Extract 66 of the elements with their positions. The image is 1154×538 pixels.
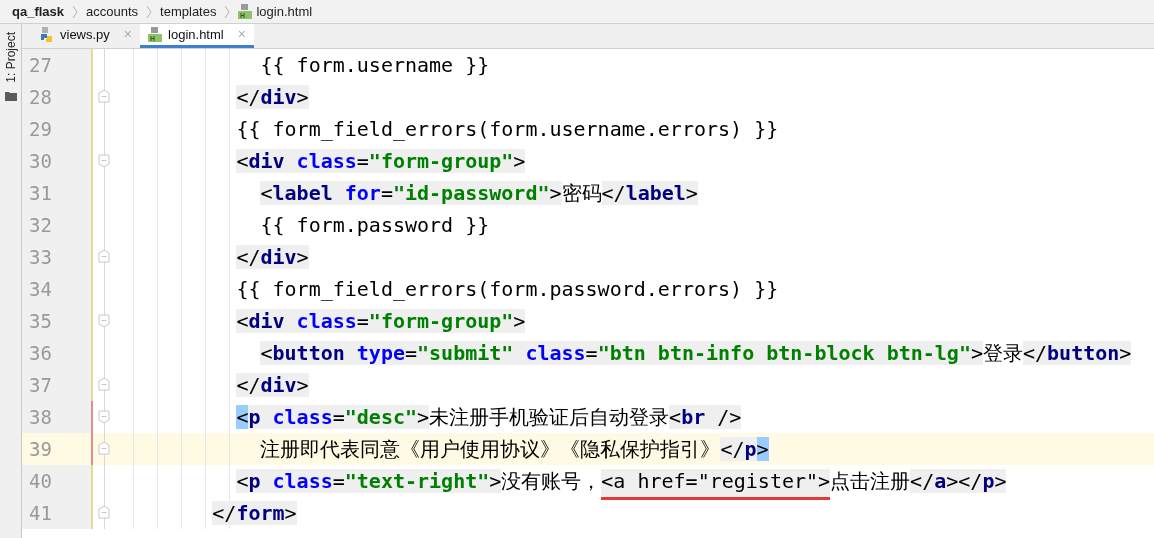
change-marker[interactable] <box>91 401 93 433</box>
project-tool-tab[interactable]: 1: Project <box>1 32 20 83</box>
line-number: 41 <box>22 497 91 529</box>
code-line: </div> <box>236 85 309 111</box>
line-number: 34 <box>22 273 91 305</box>
breadcrumb-item[interactable]: login.html <box>256 1 313 22</box>
line-number: 40 <box>22 465 91 497</box>
change-marker[interactable] <box>91 241 93 273</box>
change-marker[interactable] <box>91 465 93 497</box>
breadcrumb-item[interactable]: templates <box>160 1 217 22</box>
line-number: 37 <box>22 369 91 401</box>
code-line: <div class="form-group"> <box>236 309 526 335</box>
fold-marker-icon[interactable] <box>97 506 110 520</box>
fold-marker-icon[interactable] <box>97 314 110 328</box>
change-marker[interactable] <box>91 177 93 209</box>
change-marker[interactable] <box>91 369 93 401</box>
folder-icon <box>4 90 17 101</box>
fold-marker-icon[interactable] <box>97 154 110 168</box>
code-line: 注册即代表同意《用户使用协议》《隐私保护指引》</p> <box>260 437 769 463</box>
chevron-icon <box>72 4 79 19</box>
fold-marker-icon[interactable] <box>97 90 110 104</box>
change-marker[interactable] <box>91 273 93 305</box>
fold-marker-icon[interactable] <box>97 410 110 424</box>
chevron-icon <box>146 4 153 19</box>
line-number: 35 <box>22 305 91 337</box>
change-marker[interactable] <box>91 145 93 177</box>
line-number: 30 <box>22 145 91 177</box>
html-file-icon <box>238 4 253 19</box>
code-line: </form> <box>212 501 297 527</box>
code-line: <button type="submit" class="btn btn-info btn-block btn-lg">登录</button> <box>260 341 1132 367</box>
breadcrumb-item[interactable]: accounts <box>86 1 139 22</box>
code-line: <div class="form-group"> <box>236 149 526 175</box>
change-marker[interactable] <box>91 81 93 113</box>
html-file-icon <box>148 27 163 42</box>
fold-marker-icon[interactable] <box>97 378 110 392</box>
code-line: <p class="text-right">没有账号，<a href="register">点击注册</a></p> <box>236 469 1007 500</box>
change-marker[interactable] <box>91 49 93 81</box>
line-number: 28 <box>22 81 91 113</box>
editor-tab[interactable]: login.html × <box>140 24 254 48</box>
change-marker[interactable] <box>91 209 93 241</box>
python-file-icon <box>38 26 54 43</box>
change-marker[interactable] <box>91 497 93 529</box>
breadcrumb-item[interactable]: qa_flask <box>12 1 65 22</box>
code-line: {{ form_field_errors(form.username.errors) }} <box>236 117 779 143</box>
fold-marker-icon[interactable] <box>97 442 110 456</box>
code-line: </div> <box>236 245 309 271</box>
change-marker[interactable] <box>91 337 93 369</box>
line-number: 32 <box>22 209 91 241</box>
editor-tab[interactable]: views.py × <box>30 24 141 48</box>
code-line: {{ form.username }} <box>260 53 490 79</box>
line-number: 27 <box>22 49 91 81</box>
change-marker[interactable] <box>91 433 93 465</box>
line-number: 29 <box>22 113 91 145</box>
change-marker[interactable] <box>91 305 93 337</box>
code-line: {{ form_field_errors(form.password.errors) }} <box>236 277 779 303</box>
code-line: <p class="desc">未注册手机验证后自动登录<br /> <box>236 405 742 431</box>
code-line: </div> <box>236 373 309 399</box>
fold-marker-icon[interactable] <box>97 250 110 264</box>
code-line: {{ form.password }} <box>260 213 490 239</box>
line-number: 38 <box>22 401 91 433</box>
chevron-icon <box>224 4 231 19</box>
line-number: 31 <box>22 177 91 209</box>
line-number: 33 <box>22 241 91 273</box>
line-number: 36 <box>22 337 91 369</box>
code-line: <label for="id-password">密码</label> <box>260 181 698 207</box>
change-marker[interactable] <box>91 113 93 145</box>
